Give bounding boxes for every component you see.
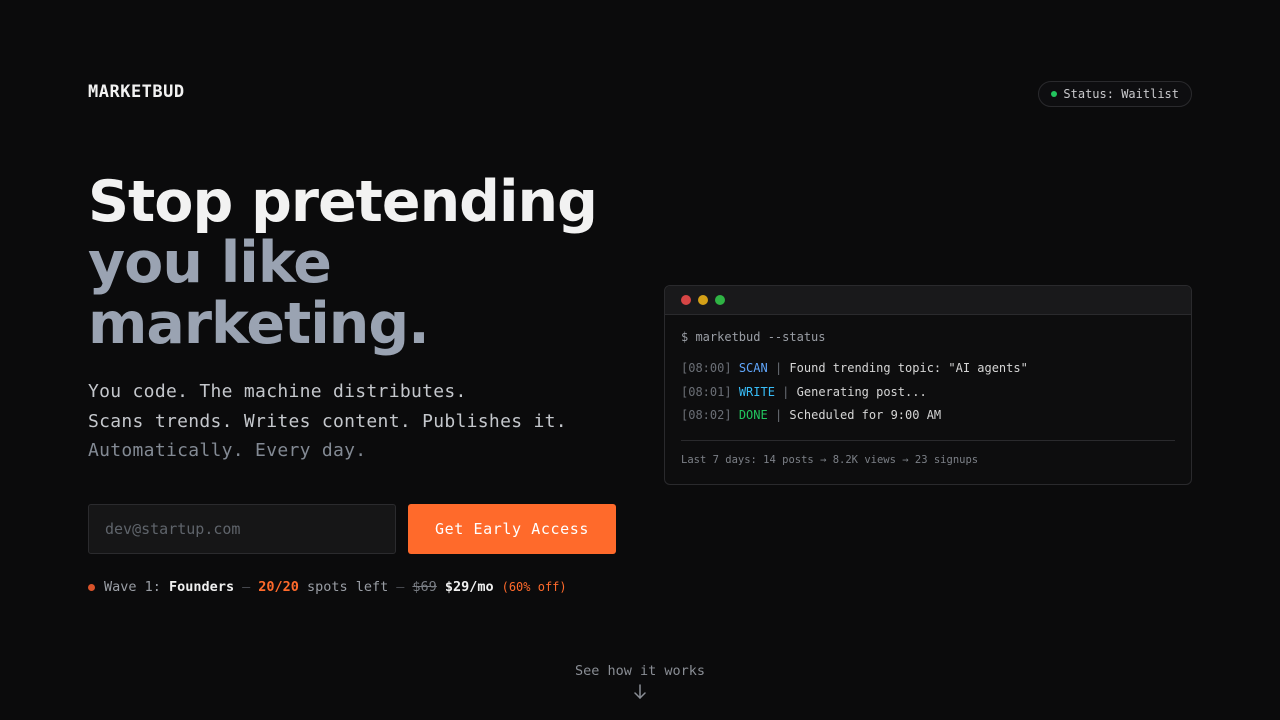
log-message: Found trending topic: "AI agents" xyxy=(789,361,1028,375)
window-maximize-dot-icon xyxy=(715,295,725,305)
offer-dot-icon xyxy=(88,583,95,591)
hero-subtitle-line1: You code. The machine distributes. xyxy=(88,381,467,402)
hero-title-line2: you like xyxy=(88,230,332,296)
hero-title: Stop pretending you like marketing. xyxy=(88,172,648,355)
hero-subtitle-line2: Scans trends. Writes content. Publishes … xyxy=(88,410,567,432)
brand-logo[interactable]: MARKETBUD xyxy=(88,82,185,102)
see-how-it-works-link[interactable]: See how it works xyxy=(0,663,1280,679)
log-tag: WRITE xyxy=(738,384,775,399)
hero-subtitle: You code. The machine distributes. Scans… xyxy=(88,377,567,466)
offer-spots-count: 20/20 xyxy=(258,579,299,595)
window-close-dot-icon xyxy=(681,295,691,305)
status-dot-icon xyxy=(1051,91,1058,97)
offer-dash-1: — xyxy=(242,579,251,595)
terminal-command: $ marketbud --status xyxy=(681,330,826,344)
offer-wave-label: Wave 1: xyxy=(104,579,161,595)
log-tag: DONE xyxy=(738,408,768,422)
terminal-titlebar xyxy=(665,286,1191,315)
offer-wave-name: Founders xyxy=(169,579,235,595)
offer-dash-2: — xyxy=(396,579,405,595)
log-separator: | xyxy=(782,384,790,399)
status-label: Status: Waitlist xyxy=(1063,87,1179,101)
log-timestamp: [08:01] xyxy=(681,384,732,399)
window-minimize-dot-icon xyxy=(698,295,708,305)
offer-old-price: $69 xyxy=(412,579,437,595)
hero-title-line3: marketing. xyxy=(88,291,430,357)
hero-title-line1: Stop pretending xyxy=(88,169,598,235)
log-timestamp: [08:00] xyxy=(681,361,732,375)
log-tag: SCAN xyxy=(738,361,768,375)
offer-line: Wave 1: Founders — 20/20 spots left — $6… xyxy=(88,579,567,595)
log-separator: | xyxy=(774,361,783,375)
terminal-log-line: [08:02] DONE | Scheduled for 9:00 AM xyxy=(681,407,1175,431)
terminal-body: $ marketbud --status [08:00] SCAN | Foun… xyxy=(665,315,1191,466)
log-separator: | xyxy=(774,408,783,422)
hero-subtitle-line3: Automatically. Every day. xyxy=(88,440,367,461)
log-message: Scheduled for 9:00 AM xyxy=(789,408,942,422)
log-timestamp: [08:02] xyxy=(681,408,732,422)
status-badge: Status: Waitlist xyxy=(1038,81,1192,107)
log-message: Generating post... xyxy=(796,384,927,399)
terminal-log-line: [08:00] SCAN | Found trending topic: "AI… xyxy=(681,360,1175,384)
terminal-log-line: [08:01] WRITE | Generating post... xyxy=(681,384,1175,408)
terminal-window: $ marketbud --status [08:00] SCAN | Foun… xyxy=(664,285,1192,485)
offer-spots-suffix: spots left xyxy=(307,579,389,595)
arrow-down-icon[interactable] xyxy=(631,683,649,701)
offer-price: $29/mo xyxy=(444,579,494,595)
offer-discount: (60% off) xyxy=(501,580,567,594)
get-early-access-button[interactable]: Get Early Access xyxy=(408,504,616,554)
terminal-footer-stats: Last 7 days: 14 posts → 8.2K views → 23 … xyxy=(681,453,979,466)
email-input[interactable] xyxy=(88,504,396,554)
